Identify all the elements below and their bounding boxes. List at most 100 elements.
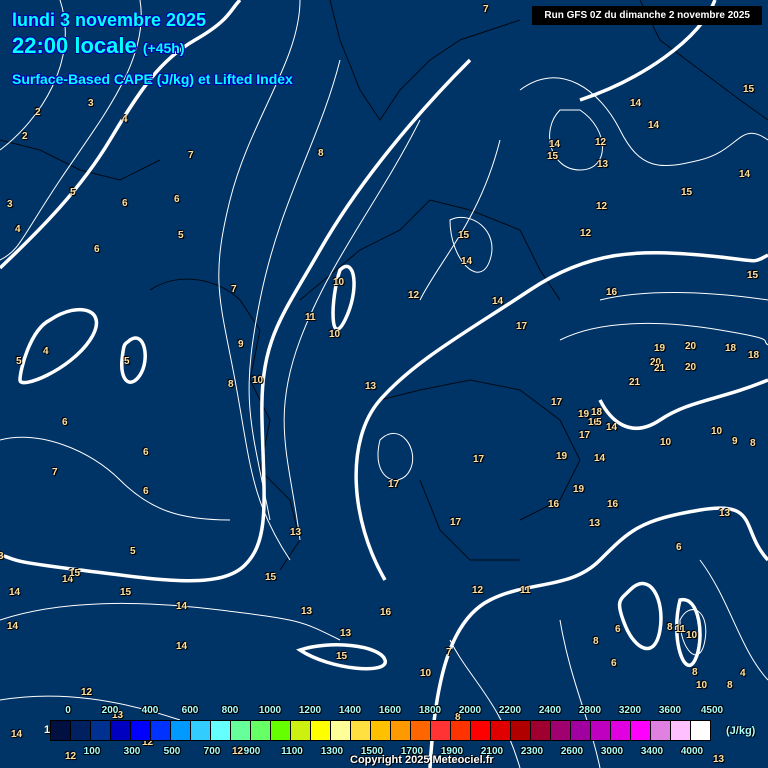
colorbar-tick-bottom: 100 xyxy=(83,746,101,757)
contour-label: 3 xyxy=(0,551,4,562)
contour-label: 19 xyxy=(654,343,666,354)
colorbar-swatch xyxy=(251,721,271,740)
contour-label: 13 xyxy=(597,159,609,170)
contour-label: 17 xyxy=(579,430,591,441)
colorbar-tick-top: 400 xyxy=(141,705,159,716)
contour-label: 6 xyxy=(143,447,149,458)
contour-label: 16 xyxy=(380,607,392,618)
colorbar-tick-top: 800 xyxy=(221,705,239,716)
contour-label: 6 xyxy=(174,194,180,205)
colorbar-tick-top: 0 xyxy=(65,705,71,716)
contour-label: 10 xyxy=(696,680,708,691)
contour-label: 6 xyxy=(122,198,128,209)
colorbar-swatch xyxy=(171,721,191,740)
colorbar-swatch xyxy=(191,721,211,740)
contour-label: 17 xyxy=(551,397,563,408)
colorbar-swatch xyxy=(371,721,391,740)
contour-label: 7 xyxy=(188,150,194,161)
contour-label: 15 xyxy=(458,230,470,241)
contour-label: 2 xyxy=(35,107,41,118)
contour-label: 17 xyxy=(473,454,485,465)
contour-label: 17 xyxy=(388,479,400,490)
contour-label: 5 xyxy=(70,187,76,198)
colorbar-swatch xyxy=(131,721,151,740)
contour-label: 3 xyxy=(88,98,94,109)
colorbar-swatch xyxy=(91,721,111,740)
contour-label: 14 xyxy=(492,296,504,307)
colorbar-swatch xyxy=(691,721,710,740)
contour-label: 11 xyxy=(675,624,686,635)
contour-label: 19 xyxy=(573,484,585,495)
colorbar-tick-top: 1000 xyxy=(258,705,282,716)
colorbar-swatch xyxy=(651,721,671,740)
parameter-title: Surface-Based CAPE (J/kg) et Lifted Inde… xyxy=(12,71,293,87)
contour-label: 17 xyxy=(516,321,528,332)
copyright: Copyright 2025 Meteociel.fr xyxy=(350,754,494,766)
contour-label: 5 xyxy=(596,417,602,428)
colorbar-tick-bottom: 3400 xyxy=(640,746,664,757)
colorbar-swatch xyxy=(671,721,691,740)
colorbar-tick-top: 2800 xyxy=(578,705,602,716)
contour-label: 6 xyxy=(611,658,617,669)
contour-label: 14 xyxy=(606,422,618,433)
contour-label: 14 xyxy=(9,587,21,598)
contour-label: 7 xyxy=(446,647,452,658)
colorbar-tick-bottom: 3000 xyxy=(600,746,624,757)
contour-label: 8 xyxy=(692,667,698,678)
colorbar-swatch xyxy=(571,721,591,740)
contour-label: 12 xyxy=(65,751,77,762)
contour-label: 10 xyxy=(252,375,264,386)
colorbar-swatch xyxy=(271,721,291,740)
contour-label: 7 xyxy=(483,4,489,15)
contour-label: 13 xyxy=(713,754,725,765)
colorbar-tick-top: 1200 xyxy=(298,705,322,716)
contour-label: 15 xyxy=(120,587,132,598)
contour-label: 14 xyxy=(739,169,751,180)
contour-label: 10 xyxy=(711,426,723,437)
colorbar-tick-top: 1400 xyxy=(338,705,362,716)
colorbar-swatch xyxy=(391,721,411,740)
contour-label: 12 xyxy=(408,290,420,301)
colorbar-swatch xyxy=(111,721,131,740)
contour-label: 6 xyxy=(94,244,100,255)
thin-contours xyxy=(0,0,768,768)
colorbar-tick-top: 600 xyxy=(181,705,199,716)
contour-label: 13 xyxy=(719,508,731,519)
contour-label: 18 xyxy=(748,350,760,361)
contour-label: 15 xyxy=(336,651,348,662)
colorbar-tick-bottom: 500 xyxy=(163,746,181,757)
contour-label: 15 xyxy=(743,84,755,95)
colorbar-tick-bottom: 2600 xyxy=(560,746,584,757)
contour-label: 13 xyxy=(290,527,302,538)
contour-label: 16 xyxy=(607,499,619,510)
colorbar-swatch xyxy=(411,721,431,740)
contour-label: 15 xyxy=(747,270,759,281)
colorbar-tick-top: 2200 xyxy=(498,705,522,716)
contour-label: 12 xyxy=(596,201,608,212)
contour-label: 14 xyxy=(630,98,642,109)
forecast-time: 22:00 locale (+45h) xyxy=(12,33,185,59)
contour-label: 10 xyxy=(329,329,341,340)
contour-label: 13 xyxy=(365,381,377,392)
contour-label: 14 xyxy=(648,120,660,131)
colorbar-swatch xyxy=(291,721,311,740)
contour-label: 6 xyxy=(143,486,149,497)
colorbar-tick-bottom: 900 xyxy=(243,746,261,757)
run-info: Run GFS 0Z du dimanche 2 novembre 2025 xyxy=(532,6,762,25)
contour-label: 21 xyxy=(629,377,641,388)
colorbar-swatch xyxy=(151,721,171,740)
contour-label: 14 xyxy=(176,641,188,652)
colorbar-swatch xyxy=(471,721,491,740)
contour-label: 2 xyxy=(22,131,28,142)
colorbar-swatch xyxy=(451,721,471,740)
colorbar-swatch xyxy=(591,721,611,740)
colorbar-tick-top: 3600 xyxy=(658,705,682,716)
contour-label: 15 xyxy=(681,187,693,198)
contour-label: 16 xyxy=(606,287,618,298)
contour-label: 8 xyxy=(593,636,599,647)
contour-label: 12 xyxy=(595,137,607,148)
colorbar-tick-top: 2400 xyxy=(538,705,562,716)
colorbar-tick-top: 4500 xyxy=(700,705,724,716)
contour-label: 13 xyxy=(340,628,352,639)
contour-label: 4 xyxy=(15,224,21,235)
